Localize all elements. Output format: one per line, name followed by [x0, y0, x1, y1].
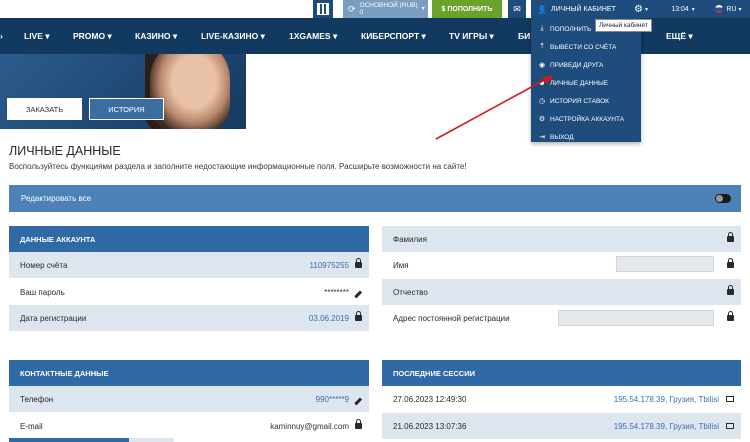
chevron-down-icon: ▾ — [421, 5, 425, 12]
chevron-down-icon: ▾ — [738, 6, 742, 13]
personal-row-surname: Фамилия — [382, 226, 741, 252]
row-label: Дата регистрации — [20, 313, 87, 323]
row-value: 110975255 — [309, 260, 349, 270]
nav-item-bi[interactable]: БИ — [518, 31, 530, 41]
pencil-icon[interactable] — [354, 395, 362, 405]
monitor-icon — [726, 422, 734, 431]
nav-item-left-chevron[interactable]: › — [0, 31, 3, 41]
session-row: 27.06.2023 12:49:30 195.54.178.39, Грузи… — [382, 386, 741, 412]
edit-all-toggle[interactable] — [715, 194, 731, 203]
account-row-password: Ваш пароль ******** — [9, 279, 369, 305]
contact-panel-header: КОНТАКТНЫЕ ДАННЫЕ — [9, 360, 369, 386]
download-icon: ⤓ — [540, 25, 544, 32]
lock-icon — [355, 311, 362, 323]
balance-value: 0 — [359, 9, 364, 16]
lock-icon — [727, 258, 734, 270]
row-label: Номер счёта — [20, 260, 68, 270]
page: ⟳ ОСНОВНОЙ (RUB) 0 ▾ $ ПОПОЛНИТЬ ✉ 👤 ЛИЧ… — [0, 0, 750, 442]
annotation-arrow — [435, 75, 554, 140]
address-input[interactable] — [558, 310, 714, 326]
messages-button[interactable]: ✉ — [508, 0, 526, 18]
account-panel-header: ДАННЫЕ АККАУНТА — [9, 226, 369, 252]
qr-code-button[interactable] — [313, 0, 333, 18]
account-row-number: Номер счёта 110975255 — [9, 252, 369, 278]
refresh-icon: ⟳ — [348, 3, 356, 14]
lock-icon — [727, 285, 734, 297]
upload-icon: ⤒ — [540, 43, 544, 50]
sessions-panel-header: ПОСЛЕДНИЕ СЕССИИ — [382, 360, 741, 386]
row-label: Отчество — [393, 287, 428, 297]
nav-item-1xgames[interactable]: 1XGAMES ▾ — [289, 31, 337, 42]
row-value: 03.06.2019 — [308, 313, 349, 323]
user-icon: 👤 — [537, 4, 547, 14]
nav-item-tv-games[interactable]: TV ИГРЫ ▾ — [449, 31, 494, 42]
language-value: RU — [726, 5, 737, 13]
progress-fill — [9, 438, 129, 442]
contact-row-partial — [9, 438, 174, 442]
balance-selector[interactable]: ⟳ ОСНОВНОЙ (RUB) 0 ▾ — [343, 0, 428, 18]
pencil-icon[interactable] — [354, 288, 362, 298]
time-display[interactable]: 13:04 ▾ — [659, 0, 707, 18]
row-label: E-mail — [20, 421, 43, 431]
lock-icon — [727, 311, 734, 323]
language-selector[interactable]: RU ▾ — [707, 0, 750, 18]
balance-label: ОСНОВНОЙ (RUB) — [359, 2, 418, 9]
nav-item-live-casino[interactable]: LIVE-КАЗИНО ▾ — [201, 31, 265, 42]
eye-icon: ◉ — [538, 62, 546, 69]
history-button[interactable]: ИСТОРИЯ — [89, 98, 164, 120]
top-bar: ⟳ ОСНОВНОЙ (RUB) 0 ▾ $ ПОПОЛНИТЬ ✉ 👤 ЛИЧ… — [0, 0, 750, 18]
personal-row-patronymic: Отчество — [382, 279, 741, 305]
session-date: 27.06.2023 12:49:30 — [393, 394, 467, 404]
row-value: kaminnuy@gmail.com — [270, 421, 349, 431]
lock-icon — [727, 232, 734, 244]
lock-icon — [355, 258, 362, 270]
row-label: Фамилия — [393, 234, 427, 244]
menu-item-withdraw[interactable]: ⤒ ВЫВЕСТИ СО СЧЁТА — [531, 38, 641, 56]
nav-item-esports[interactable]: КИБЕРСПОРТ ▾ — [361, 31, 426, 42]
nav-item-promo[interactable]: PROMO ▾ — [73, 31, 112, 42]
arrow-head — [542, 75, 554, 84]
order-button[interactable]: ЗАКАЗАТЬ — [7, 98, 82, 120]
toggle-knob — [716, 195, 723, 202]
cabinet-label: ЛИЧНЫЙ КАБИНЕТ — [550, 5, 616, 13]
time-value: 13:04 — [671, 5, 689, 13]
row-value: 990*****9 — [315, 394, 349, 404]
session-info: 195.54.178.39, Грузия, Tbilisi — [613, 421, 719, 431]
qr-icon — [317, 3, 329, 15]
row-label: Адрес постоянной регистрации — [393, 313, 510, 323]
personal-row-address: Адрес постоянной регистрации — [382, 305, 741, 331]
arrow-line — [435, 77, 549, 140]
chevron-down-icon: ▾ — [644, 6, 648, 13]
edit-all-bar: Редактировать все — [9, 185, 741, 212]
row-label: Имя — [393, 260, 409, 270]
nav-item-casino[interactable]: КАЗИНО ▾ — [135, 31, 177, 42]
edit-all-label: Редактировать все — [21, 194, 92, 203]
settings-button[interactable]: ⚙ ▾ — [623, 0, 659, 18]
session-date: 21.06.2023 13:07:36 — [393, 421, 467, 431]
nav-item-more[interactable]: ЕЩЁ ▾ — [666, 31, 693, 42]
page-title: ЛИЧНЫЕ ДАННЫЕ — [9, 144, 121, 158]
personal-cabinet-button[interactable]: 👤 ЛИЧНЫЙ КАБИНЕТ — [531, 0, 623, 18]
chevron-down-icon: ▾ — [691, 6, 695, 13]
cabinet-tooltip: Личный кабинет — [595, 19, 652, 32]
session-info: 195.54.178.39, Грузия, Tbilisi — [613, 394, 719, 404]
gear-icon: ⚙ — [634, 3, 643, 15]
contact-row-phone: Телефон 990*****9 — [9, 386, 369, 412]
flag-ru-icon — [715, 5, 724, 13]
session-row: 21.06.2023 13:07:36 195.54.178.39, Грузи… — [382, 413, 741, 439]
nav-item-live[interactable]: LIVE ▾ — [24, 31, 50, 42]
row-value: ******** — [324, 287, 349, 297]
row-label: Телефон — [20, 394, 54, 404]
page-subtitle: Воспользуйтесь функциями раздела и запол… — [9, 162, 467, 171]
name-input[interactable] — [616, 256, 714, 272]
contact-row-email: E-mail kaminnuy@gmail.com — [9, 413, 369, 439]
envelope-icon: ✉ — [513, 3, 521, 14]
personal-row-name: Имя — [382, 252, 741, 278]
deposit-button[interactable]: $ ПОПОЛНИТЬ — [432, 0, 502, 18]
monitor-icon — [726, 395, 734, 404]
row-label: Ваш пароль — [20, 287, 65, 297]
lock-icon — [355, 419, 362, 431]
account-row-registration: Дата регистрации 03.06.2019 — [9, 305, 369, 331]
